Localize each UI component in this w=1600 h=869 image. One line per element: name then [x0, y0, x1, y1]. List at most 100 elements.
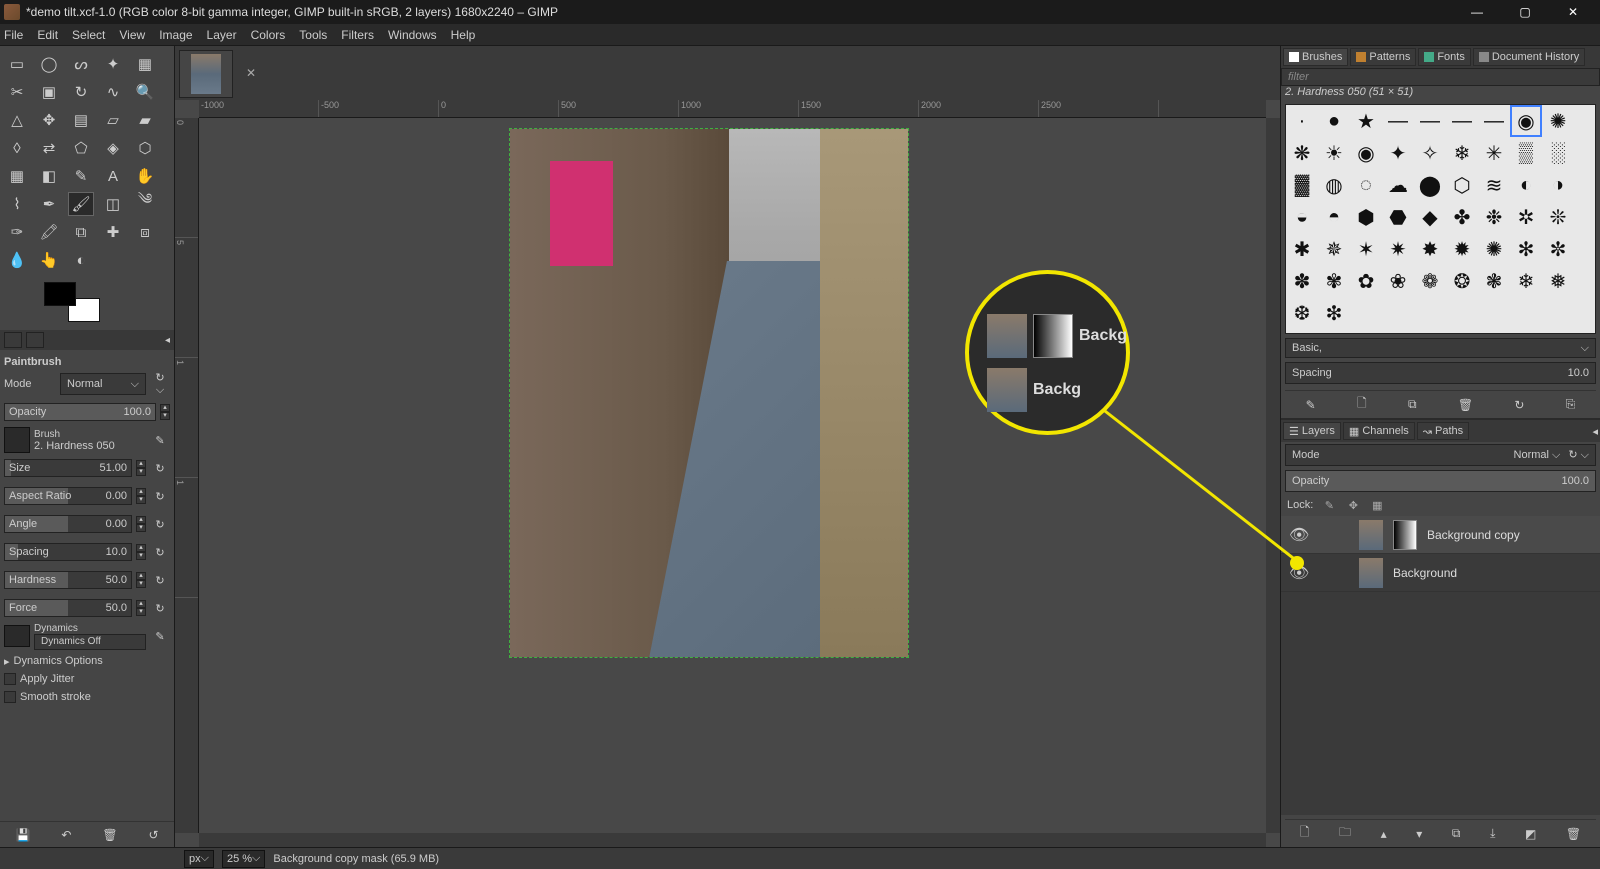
tool-bucket-fill[interactable]: ▦ — [4, 164, 30, 188]
tool-rect-select[interactable]: ▭ — [4, 52, 30, 76]
new-brush-icon[interactable]: 🗋 — [1357, 394, 1367, 415]
refresh-brushes-icon[interactable]: ↻ — [1514, 398, 1524, 412]
lower-layer-icon[interactable]: ▾ — [1416, 827, 1422, 841]
brush-preview[interactable] — [4, 427, 30, 453]
horizontal-ruler[interactable]: -1000-50005001000150020002500 — [199, 100, 1266, 118]
spacing-reset[interactable]: ↻ — [150, 546, 170, 559]
size-reset[interactable]: ↻ — [150, 462, 170, 475]
brush-spacing-slider[interactable]: Spacing10.0 — [1285, 362, 1596, 384]
menu-filters[interactable]: Filters — [341, 28, 374, 42]
minimize-button[interactable]: — — [1454, 0, 1500, 24]
duplicate-layer-icon[interactable]: ⧉ — [1452, 826, 1461, 841]
mode-reset[interactable]: ↻ ⌵ — [150, 371, 170, 397]
force-reset[interactable]: ↻ — [150, 602, 170, 615]
hardness-slider[interactable]: Hardness 50.0 — [4, 571, 132, 589]
layer-thumbnail[interactable] — [1359, 558, 1383, 588]
dynamics-editor-icon[interactable]: ✎ — [150, 630, 170, 643]
tool-gradient[interactable]: ◧ — [36, 164, 62, 188]
tool-scale[interactable]: ▱ — [100, 108, 126, 132]
tool-zoom[interactable]: 🔍 — [132, 80, 158, 104]
aspect-reset[interactable]: ↻ — [150, 490, 170, 503]
smooth-stroke-check[interactable]: Smooth stroke — [4, 688, 170, 706]
layer-thumbnail[interactable] — [1359, 520, 1383, 550]
edit-brush-icon[interactable]: ✎ — [1306, 398, 1316, 412]
layer-name[interactable]: Background copy — [1427, 528, 1520, 542]
brush-mode-select[interactable]: Basic,⌵ — [1285, 338, 1596, 358]
tool-align[interactable]: ▤ — [68, 108, 94, 132]
tab-paths[interactable]: ↝Paths — [1417, 422, 1469, 440]
device-status-tab[interactable] — [26, 332, 44, 348]
lock-pixels-icon[interactable]: ✎ — [1321, 497, 1337, 513]
tool-blur[interactable]: 💧 — [4, 248, 30, 272]
tool-flip[interactable]: ⇄ — [36, 136, 62, 160]
tab-fonts[interactable]: Fonts — [1418, 48, 1471, 66]
size-slider[interactable]: Size 51.00 — [4, 459, 132, 477]
color-swatches[interactable] — [44, 282, 100, 322]
vertical-scrollbar[interactable] — [1266, 118, 1280, 833]
tool-handle-transform[interactable]: ◈ — [100, 136, 126, 160]
tool-cage[interactable]: ⬠ — [68, 136, 94, 160]
menu-colors[interactable]: Colors — [251, 28, 286, 42]
spacing-slider[interactable]: Spacing 10.0 — [4, 543, 132, 561]
tool-clone[interactable]: ⧉ — [68, 220, 94, 244]
tool-paintbrush[interactable]: 🖌 — [68, 192, 94, 216]
tool-warp[interactable]: ∿ — [100, 80, 126, 104]
vertical-ruler[interactable]: 0511 — [175, 118, 199, 833]
layer-row[interactable]: 👁 Background copy — [1281, 516, 1600, 554]
layer-mask-thumbnail[interactable] — [1393, 520, 1417, 550]
tool-select-by-color[interactable]: ▦ — [132, 52, 158, 76]
menu-edit[interactable]: Edit — [37, 28, 58, 42]
tool-move[interactable]: ✥ — [36, 108, 62, 132]
tab-document-history[interactable]: Document History — [1473, 48, 1585, 66]
tool-rotate[interactable]: ↻ — [68, 80, 94, 104]
brush-grid[interactable]: ·●★————◉ ✺❋☀◉✦✧❄✳ ▒░▓◍◌☁⬤⬡ ≋◐◑◒◓⬢⬣◆ ✤❉✲❊… — [1285, 104, 1596, 334]
delete-preset-icon[interactable]: 🗑 — [102, 828, 117, 842]
close-tab-icon[interactable]: ✕ — [239, 61, 263, 85]
mask-icon[interactable]: ◩ — [1525, 827, 1536, 841]
tool-mypaint[interactable]: 🖍 — [36, 220, 62, 244]
tool-dodge[interactable]: ◐ — [68, 248, 94, 272]
menu-file[interactable]: File — [4, 28, 23, 42]
tool-3d-transform[interactable]: ⬡ — [132, 136, 158, 160]
mode-select[interactable]: Normal⌵ — [60, 373, 146, 395]
layer-mode-reset[interactable]: ↻ ⌵ — [1568, 448, 1589, 462]
apply-jitter-check[interactable]: Apply Jitter — [4, 670, 170, 688]
angle-reset[interactable]: ↻ — [150, 518, 170, 531]
merge-down-icon[interactable]: ⤓ — [1490, 826, 1495, 841]
menu-view[interactable]: View — [119, 28, 145, 42]
close-button[interactable]: ✕ — [1550, 0, 1596, 24]
tool-heal[interactable]: ✚ — [100, 220, 126, 244]
open-as-image-icon[interactable]: ⎘ — [1566, 397, 1576, 412]
tool-measure[interactable]: △ — [4, 108, 30, 132]
delete-layer-icon[interactable]: 🗑 — [1566, 827, 1581, 841]
tool-shear[interactable]: ▰ — [132, 108, 158, 132]
dynamics-options-expand[interactable]: ▸Dynamics Options — [4, 652, 170, 670]
tab-channels[interactable]: ▦Channels — [1343, 422, 1415, 440]
image-tab[interactable] — [179, 50, 233, 98]
tool-smudge[interactable]: 👆 — [36, 248, 62, 272]
layer-row[interactable]: 👁 Background — [1281, 554, 1600, 592]
visibility-toggle[interactable]: 👁 — [1289, 563, 1309, 583]
menu-image[interactable]: Image — [159, 28, 192, 42]
tool-perspective[interactable]: ◊ — [4, 136, 30, 160]
tool-text[interactable]: A — [100, 164, 126, 188]
aspect-slider[interactable]: Aspect Ratio 0.00 — [4, 487, 132, 505]
tab-layers[interactable]: ☰Layers — [1283, 422, 1341, 440]
maximize-button[interactable]: ▢ — [1502, 0, 1548, 24]
lock-position-icon[interactable]: ✥ — [1345, 497, 1361, 513]
dynamics-icon[interactable] — [4, 625, 30, 647]
force-slider[interactable]: Force 50.0 — [4, 599, 132, 617]
brush-filter-input[interactable]: filter — [1281, 68, 1600, 86]
tool-fuzzy-select[interactable]: ✦ — [100, 52, 126, 76]
foreground-color[interactable] — [44, 282, 76, 306]
hardness-reset[interactable]: ↻ — [150, 574, 170, 587]
opacity-slider[interactable]: Opacity 100.0 — [4, 403, 156, 421]
brush-editor-icon[interactable]: ✎ — [150, 434, 170, 447]
layer-mode-select[interactable]: Normal ⌵ — [1514, 449, 1561, 462]
menu-tools[interactable]: Tools — [299, 28, 327, 42]
menu-select[interactable]: Select — [72, 28, 105, 42]
tool-options-tab[interactable] — [4, 332, 22, 348]
zoom-select[interactable]: 25 % ⌵ — [222, 850, 265, 868]
menu-help[interactable]: Help — [451, 28, 476, 42]
menu-layer[interactable]: Layer — [207, 28, 237, 42]
